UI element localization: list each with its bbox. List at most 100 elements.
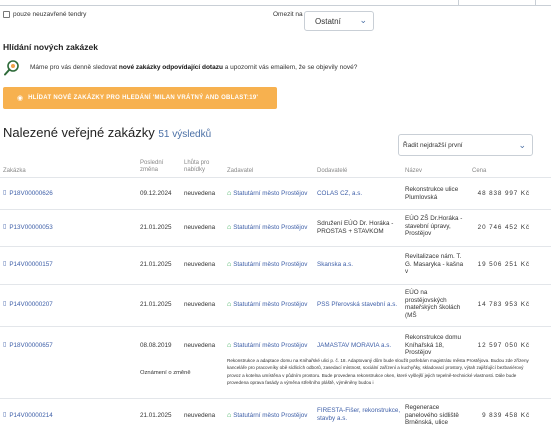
bookmark-icon: ▯ [3, 412, 7, 418]
order-filter-label: Omezit na [273, 11, 303, 18]
change-notice-link[interactable]: Oznámení o změně [140, 370, 191, 376]
owner-link[interactable]: Statutární město Prostějov [233, 301, 307, 309]
sort-select-value: Řadit nejdražší první [403, 142, 463, 149]
watch-button-label: HLÍDAT NOVÉ ZAKÁZKY PRO HLEDÁNÍ 'MILAN V… [28, 95, 259, 101]
tender-name: Regenerace panelového sídliště Brněnská,… [405, 404, 459, 426]
tender-name: Rekonstrukce ulice Plumlovská [405, 186, 459, 201]
tender-description: Rekonstrukce a adaptace domu na Knihařsk… [227, 358, 529, 386]
table-row-code[interactable]: ▯ P14V00000157 [3, 261, 53, 269]
supplier-link[interactable]: Skanska a.s. [317, 261, 401, 269]
row-deadline: neuvedena [184, 412, 216, 419]
watch-text-bold: nové zakázky odpovídající dotazu [118, 64, 223, 71]
tender-name: Revitalizace nám. T. G. Masaryka - kašna… [405, 253, 464, 275]
row-changed-date: 21.01.2025 [140, 224, 172, 231]
row-divider [0, 246, 551, 247]
table-row-code[interactable]: ▯ P13V00000053 [3, 224, 53, 232]
building-icon: ⌂ [227, 224, 232, 231]
supplier-link[interactable]: PSS Přerovská stavební a.s. [317, 301, 403, 309]
row-deadline: neuvedena [184, 301, 216, 308]
building-icon: ⌂ [227, 301, 232, 308]
building-icon: ⌂ [227, 261, 232, 268]
header-changed: Poslední změna [140, 160, 164, 173]
results-title: Nalezené veřejné zakázky 51 výsledků [3, 125, 211, 140]
unfinished-only-filter[interactable]: pouze neuzavřené tendry [3, 11, 86, 18]
tender-name: EÚO na prostějovských mateřských školách… [405, 289, 461, 319]
tender-price: 9 839 458 Kč [482, 412, 530, 419]
top-search-bar[interactable] [0, 0, 551, 6]
building-icon: ⌂ [227, 342, 232, 349]
eye-icon: ◉ [17, 95, 24, 102]
sort-select[interactable]: Řadit nejdražší první ⌄ [398, 134, 533, 156]
tender-price: 14 783 953 Kč [477, 301, 530, 308]
table-row-code[interactable]: ▯ P18V00000657 [3, 342, 53, 350]
row-changed-date: 21.01.2025 [140, 301, 172, 308]
owner-link[interactable]: Statutární město Prostějov [233, 412, 307, 420]
table-row-code[interactable]: ▯ P14V00000214 [3, 412, 53, 420]
tender-price: 19 506 251 Kč [477, 261, 530, 268]
row-owner[interactable]: ⌂ Statutární město Prostějov [227, 412, 307, 420]
header-deadline: Lhůta pro nabídky [184, 160, 210, 173]
bookmark-icon: ▯ [3, 224, 7, 230]
owner-link[interactable]: Statutární město Prostějov [233, 190, 307, 198]
header-code: Zakázka [3, 168, 26, 174]
watch-description: Máme pro vás denně sledovat nové zakázky… [30, 64, 357, 71]
row-owner[interactable]: ⌂ Statutární město Prostějov [227, 301, 307, 309]
tender-price: 48 838 997 Kč [477, 190, 530, 197]
tender-code-link[interactable]: P18V00000626 [9, 190, 52, 198]
header-price: Cena [472, 168, 487, 174]
tender-name: Rekonstrukce domu Kníhařská 18, Prostějo… [405, 334, 461, 356]
watch-text-before: Máme pro vás denně sledovat [30, 64, 119, 71]
row-changed-date: 08.08.2019 [140, 342, 172, 349]
tender-code-link[interactable]: P14V00000207 [9, 301, 52, 309]
tender-name: EÚO ZŠ Dr.Horáka - stavební úpravy, Pros… [405, 215, 463, 237]
tender-price: 20 746 452 Kč [477, 224, 530, 231]
tender-code-link[interactable]: P18V00000657 [9, 342, 52, 350]
chevron-down-icon: ⌄ [518, 140, 526, 150]
unfinished-only-checkbox[interactable] [3, 11, 10, 18]
search-bar-divider [458, 0, 459, 5]
row-changed-date: 09.12.2024 [140, 190, 172, 197]
supplier-link[interactable]: JAMASTAV MORAVIA a.s. [317, 342, 403, 350]
owner-link[interactable]: Statutární město Prostějov [233, 224, 307, 232]
tender-code-link[interactable]: P14V00000157 [9, 261, 52, 269]
bookmark-icon: ▯ [3, 190, 7, 196]
results-count: 51 výsledků [158, 129, 212, 140]
tender-price: 12 597 050 Kč [477, 342, 530, 349]
table-row-code[interactable]: ▯ P14V00000207 [3, 301, 53, 309]
chevron-down-icon: ⌄ [359, 15, 367, 25]
row-divider [0, 284, 551, 285]
search-bar-divider [535, 0, 536, 5]
order-filter-value: Ostatní [315, 17, 341, 26]
row-divider [0, 209, 551, 210]
tender-code-link[interactable]: P14V00000214 [9, 412, 52, 420]
row-owner[interactable]: ⌂ Statutární město Prostějov [227, 190, 307, 198]
row-owner[interactable]: ⌂ Statutární město Prostějov [227, 342, 307, 350]
row-divider [0, 326, 551, 327]
owner-link[interactable]: Statutární město Prostějov [233, 261, 307, 269]
header-supplier: Dodavatelé [317, 168, 348, 174]
watch-text-after: a upozornit vás emailem, že se objevily … [222, 64, 358, 71]
tender-code-link[interactable]: P13V00000053 [9, 224, 52, 232]
row-deadline: neuvedena [184, 190, 216, 197]
row-changed-date: 21.01.2025 [140, 412, 172, 419]
supplier-link[interactable]: COLAS CZ, a.s. [317, 190, 401, 198]
bookmark-icon: ▯ [3, 261, 7, 267]
supplier-name: Sdružení EÚO Dr. Horáka - PROSTAS + STAV… [317, 220, 394, 235]
unfinished-only-label: pouze neuzavřené tendry [13, 11, 87, 18]
bookmark-icon: ▯ [3, 342, 7, 348]
header-divider [0, 177, 551, 178]
row-owner[interactable]: ⌂ Statutární město Prostějov [227, 261, 307, 269]
table-row-code[interactable]: ▯ P18V00000626 [3, 190, 53, 198]
row-deadline: neuvedena [184, 261, 216, 268]
row-deadline: neuvedena [184, 224, 216, 231]
building-icon: ⌂ [227, 190, 232, 197]
supplier-link[interactable]: FIRESTA-Fišer, rekonstrukce, stavby a.s. [317, 407, 403, 422]
row-owner[interactable]: ⌂ Statutární město Prostějov [227, 224, 307, 232]
order-filter-select[interactable]: Ostatní ⌄ [304, 11, 374, 31]
owner-link[interactable]: Statutární město Prostějov [233, 342, 307, 350]
search-icon [4, 60, 19, 76]
watch-new-tenders-button[interactable]: ◉ HLÍDAT NOVÉ ZAKÁZKY PRO HLEDÁNÍ 'MILAN… [3, 87, 277, 109]
watch-heading: Hlídání nových zakázek [3, 42, 98, 52]
row-deadline: neuvedena [184, 342, 216, 349]
results-title-text: Nalezené veřejné zakázky [3, 125, 155, 140]
